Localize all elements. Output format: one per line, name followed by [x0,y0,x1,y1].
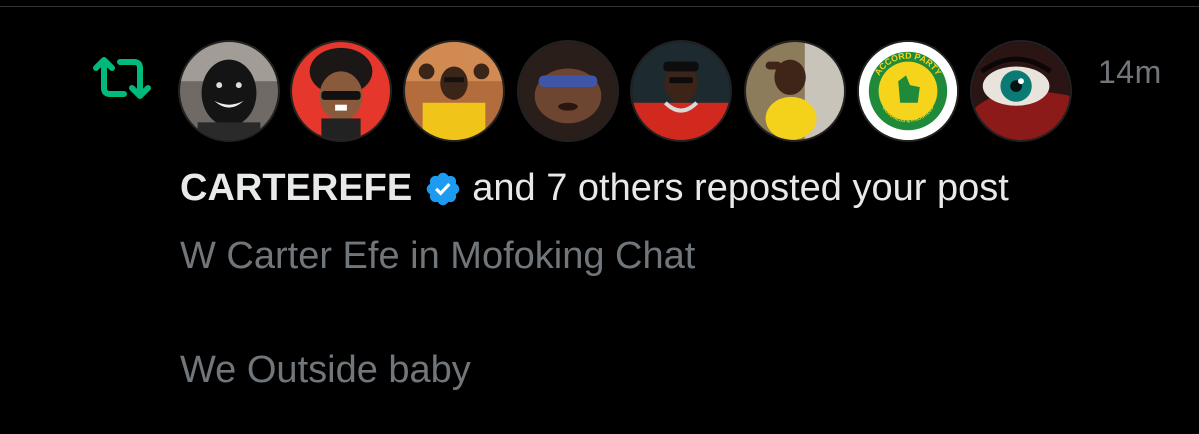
post-preview-line-2[interactable]: We Outside baby [180,349,471,392]
notification-headline: CARTEREFE and 7 others reposted your pos… [180,167,1009,210]
timestamp: 14m [1098,54,1162,90]
top-divider [0,0,1199,7]
avatar-4[interactable] [517,40,619,142]
avatar-1[interactable] [178,40,280,142]
avatar-5[interactable] [630,40,732,142]
avatar-7[interactable]: ACCORD PARTY GOODNESS & PROGRESS [857,40,959,142]
post-preview-line-1[interactable]: W Carter Efe in Mofoking Chat [180,235,695,278]
avatar-2[interactable] [290,40,392,142]
avatar-6[interactable] [744,40,846,142]
repost-icon [90,54,154,102]
user-name-link[interactable]: CARTEREFE [180,167,412,210]
avatar-3[interactable] [403,40,505,142]
action-text: and 7 others reposted your post [472,167,1009,209]
verified-badge-icon [424,170,462,208]
avatar-8[interactable] [970,40,1072,142]
